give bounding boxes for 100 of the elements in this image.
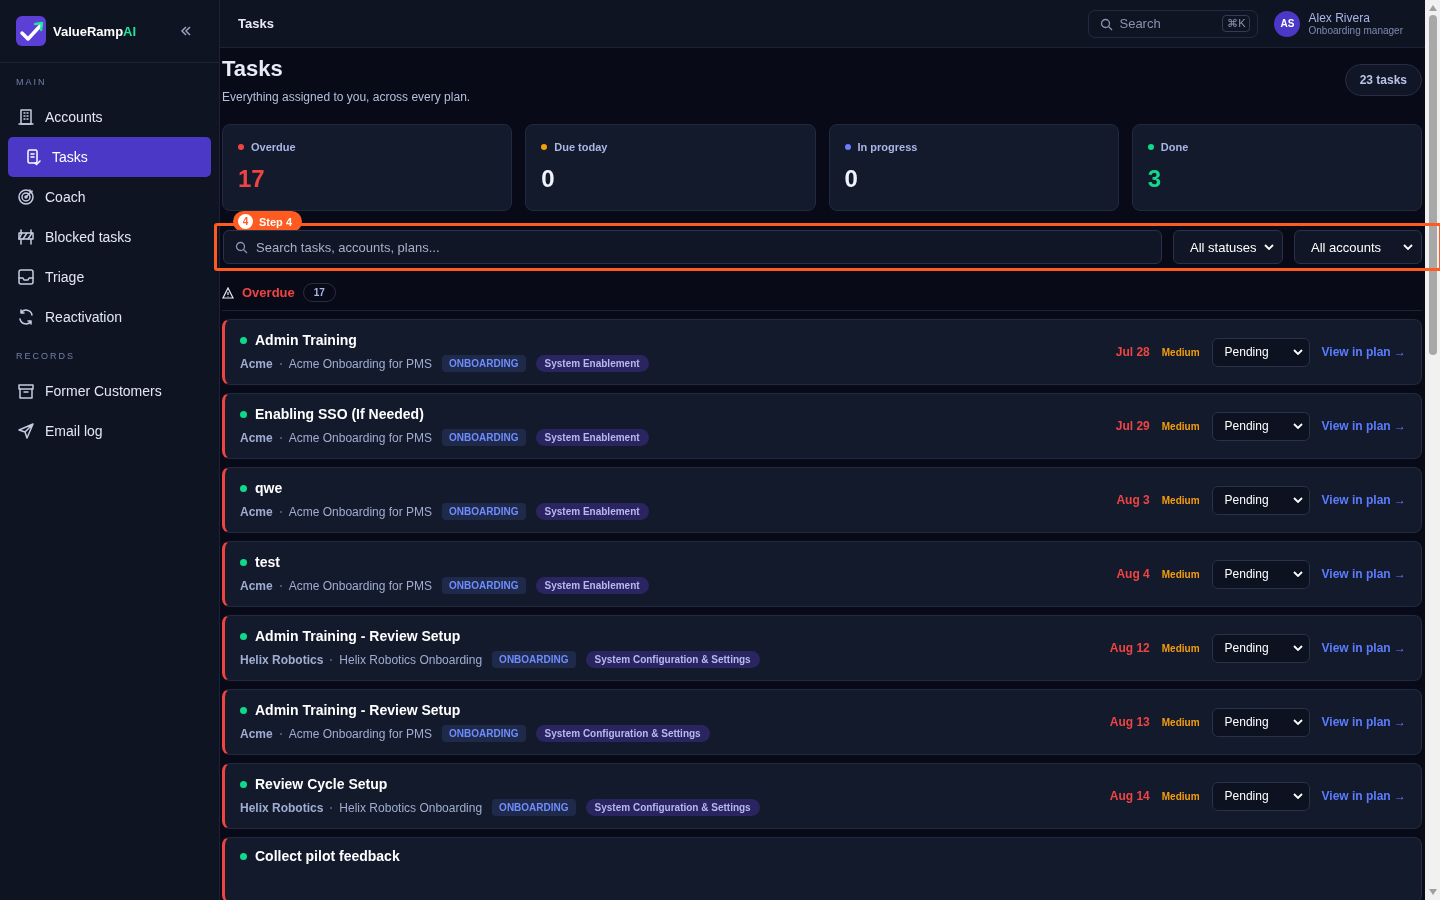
- priority-label: Medium: [1161, 494, 1200, 506]
- scroll-up-icon[interactable]: [1428, 5, 1437, 11]
- phase-tag: ONBOARDING: [492, 799, 576, 816]
- logo-icon: [16, 16, 46, 46]
- phase-tag: ONBOARDING: [442, 725, 526, 742]
- priority-label: Medium: [1161, 568, 1200, 580]
- priority-label: Medium: [1161, 642, 1200, 654]
- status-dropdown[interactable]: Pending: [1211, 411, 1310, 441]
- task-title[interactable]: Collect pilot feedback: [255, 848, 400, 864]
- task-title[interactable]: Admin Training - Review Setup: [255, 702, 461, 718]
- group-label: Overdue: [242, 285, 295, 300]
- phase-tag: ONBOARDING: [492, 651, 576, 668]
- chevron-down-icon: [1264, 244, 1274, 250]
- phase-tag: ONBOARDING: [442, 355, 526, 372]
- plan-name: Helix Robotics Onboarding: [339, 652, 483, 667]
- due-date: Aug 3: [1116, 493, 1150, 507]
- due-date: Aug 14: [1109, 789, 1150, 803]
- plan-name: Acme Onboarding for PMS: [288, 356, 433, 371]
- task-title[interactable]: Enabling SSO (If Needed): [255, 406, 424, 422]
- step-number: 4: [238, 214, 253, 229]
- nav-item[interactable]: Reactivation: [8, 297, 211, 337]
- view-in-plan-link[interactable]: View in plan →: [1321, 345, 1406, 359]
- view-in-plan-link[interactable]: View in plan →: [1321, 715, 1406, 729]
- task-title[interactable]: Admin Training - Review Setup: [255, 628, 461, 644]
- status-dropdown[interactable]: Pending: [1211, 781, 1310, 811]
- user-role: Onboarding manager: [1308, 25, 1403, 36]
- nav-item[interactable]: Email log: [8, 411, 211, 451]
- category-tag: System Enablement: [535, 503, 649, 520]
- page-subtitle: Everything assigned to you, across every plan.: [222, 90, 471, 104]
- task-title[interactable]: Review Cycle Setup: [255, 776, 388, 792]
- nav-item[interactable]: Coach: [8, 177, 211, 217]
- stat-label: Due today: [554, 141, 608, 153]
- page-title: Tasks: [222, 56, 284, 82]
- priority-label: Medium: [1161, 716, 1200, 728]
- category-tag: System Configuration & Settings: [585, 799, 760, 816]
- plan-name: Acme Onboarding for PMS: [288, 430, 433, 445]
- account-name: Acme: [240, 578, 273, 593]
- due-date: Aug 13: [1109, 715, 1150, 729]
- scrollbar[interactable]: [1425, 0, 1440, 900]
- task-search-field[interactable]: Search tasks, accounts, plans...: [223, 230, 1162, 264]
- task-title[interactable]: qwe: [255, 480, 283, 496]
- scrollbar-thumb[interactable]: [1428, 15, 1437, 355]
- status-dropdown[interactable]: Pending: [1211, 485, 1310, 515]
- status-filter-dropdown[interactable]: All statuses: [1173, 230, 1283, 264]
- plan-name: Acme Onboarding for PMS: [288, 578, 433, 593]
- task-title[interactable]: test: [255, 554, 280, 570]
- stat-value: 0: [844, 165, 858, 193]
- task-title[interactable]: Admin Training: [255, 332, 357, 348]
- brand-name: ValueRampAI: [53, 23, 138, 39]
- priority-label: Medium: [1161, 346, 1200, 358]
- stat-label: Done: [1160, 141, 1189, 153]
- category-tag: System Configuration & Settings: [585, 651, 760, 668]
- status-dropdown[interactable]: Pending: [1211, 337, 1310, 367]
- task-count-badge: 23 tasks: [1344, 64, 1422, 96]
- status-dot: [240, 410, 247, 418]
- category-tag: System Enablement: [535, 577, 649, 594]
- stat-value: 17: [238, 165, 265, 193]
- view-in-plan-link[interactable]: View in plan →: [1321, 493, 1406, 507]
- chevron-down-icon: [1292, 349, 1303, 355]
- building-icon: [17, 108, 35, 126]
- page-heading: Tasks: [238, 16, 275, 31]
- avatar[interactable]: AS: [1274, 10, 1301, 37]
- scroll-down-icon[interactable]: [1428, 889, 1437, 895]
- status-dot: [240, 852, 247, 860]
- nav-item[interactable]: Former Customers: [8, 371, 211, 411]
- account-name: Acme: [240, 504, 273, 519]
- view-in-plan-link[interactable]: View in plan →: [1321, 419, 1406, 433]
- view-in-plan-link[interactable]: View in plan →: [1321, 567, 1406, 581]
- chevron-down-icon: [1292, 497, 1303, 503]
- account-filter-dropdown[interactable]: All accounts: [1294, 230, 1422, 264]
- view-in-plan-link[interactable]: View in plan →: [1321, 789, 1406, 803]
- target-icon: [17, 188, 35, 206]
- nav-item[interactable]: Triage: [8, 257, 211, 297]
- status-dropdown[interactable]: Pending: [1211, 559, 1310, 589]
- phase-tag: ONBOARDING: [442, 503, 526, 520]
- account-name: Acme: [240, 356, 273, 371]
- status-dropdown[interactable]: Pending: [1211, 707, 1310, 737]
- due-date: Aug 4: [1116, 567, 1150, 581]
- chevron-down-icon: [1403, 244, 1413, 250]
- nav-item[interactable]: Accounts: [8, 97, 211, 137]
- nav-item[interactable]: Tasks: [8, 137, 211, 177]
- phase-tag: ONBOARDING: [442, 429, 526, 446]
- plan-name: Acme Onboarding for PMS: [288, 504, 433, 519]
- status-dropdown[interactable]: Pending: [1211, 633, 1310, 663]
- stat-value: 0: [541, 165, 555, 193]
- inbox-icon: [17, 268, 35, 286]
- account-name: Helix Robotics: [240, 652, 324, 667]
- due-date: Aug 12: [1109, 641, 1150, 655]
- plan-name: Acme Onboarding for PMS: [288, 726, 433, 741]
- account-name: Acme: [240, 726, 273, 741]
- clipboard-icon: [24, 148, 42, 166]
- category-tag: System Enablement: [535, 355, 649, 372]
- search-icon: [1100, 17, 1114, 31]
- user-name: Alex Rivera: [1308, 11, 1371, 25]
- view-in-plan-link[interactable]: View in plan →: [1321, 641, 1406, 655]
- shortcut-key: ⌘K: [1222, 14, 1251, 32]
- status-dot: [240, 484, 247, 492]
- account-name: Acme: [240, 430, 273, 445]
- nav-item[interactable]: Blocked tasks: [8, 217, 211, 257]
- chevron-down-icon: [1292, 645, 1303, 651]
